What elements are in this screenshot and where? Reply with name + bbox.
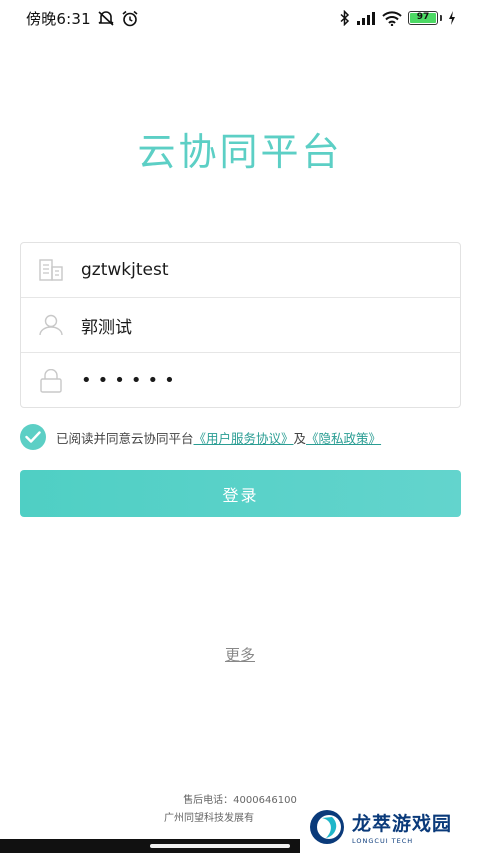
alarm-icon: [121, 10, 139, 27]
agreement-row: 已阅读并同意云协同平台 《用户服务协议》 及 《隐私政策》: [20, 424, 460, 450]
status-bar: 傍晚6:31 97: [0, 0, 480, 36]
company-value: gztwkjtest: [81, 260, 169, 280]
status-time: 傍晚6:31: [26, 9, 91, 28]
watermark-logo-icon: [310, 809, 344, 844]
more-link[interactable]: 更多: [0, 644, 480, 665]
password-value: ••••••: [81, 370, 181, 391]
agreement-checkbox[interactable]: [20, 424, 46, 450]
lock-icon: [21, 368, 81, 393]
watermark-title: 龙萃游戏园: [352, 812, 453, 835]
battery-level: 97: [410, 13, 436, 23]
privacy-policy-link[interactable]: 《隐私政策》: [306, 428, 381, 447]
mute-icon: [97, 10, 115, 26]
checkmark-icon: [25, 431, 41, 443]
login-screen: 傍晚6:31 97 云协同平台 gztwkjtest 郭测试 •••••• 已阅…: [0, 0, 480, 853]
agreement-conjunction: 及: [293, 430, 307, 446]
company-field[interactable]: gztwkjtest: [21, 243, 460, 298]
service-agreement-link[interactable]: 《用户服务协议》: [194, 428, 294, 447]
watermark: 龙萃游戏园 LONGCUI TECH: [300, 800, 480, 853]
login-button[interactable]: 登录: [20, 470, 461, 517]
battery-icon: 97: [408, 11, 442, 25]
username-value: 郭测试: [81, 317, 132, 338]
username-field[interactable]: 郭测试: [21, 298, 460, 353]
company-name: 广州同望科技发展有: [164, 813, 254, 824]
user-icon: [21, 313, 81, 337]
building-icon: [21, 258, 81, 282]
watermark-subtitle: LONGCUI TECH: [352, 836, 414, 845]
app-title: 云协同平台: [137, 130, 343, 174]
charging-icon: [448, 11, 456, 25]
cellular-signal-icon: [356, 11, 376, 25]
password-field[interactable]: ••••••: [21, 353, 460, 408]
agreement-text: 已阅读并同意云协同平台: [56, 430, 194, 446]
bluetooth-icon: [340, 10, 350, 26]
wifi-icon: [382, 10, 402, 26]
home-indicator[interactable]: [150, 844, 290, 848]
login-form: gztwkjtest 郭测试 ••••••: [20, 242, 461, 408]
